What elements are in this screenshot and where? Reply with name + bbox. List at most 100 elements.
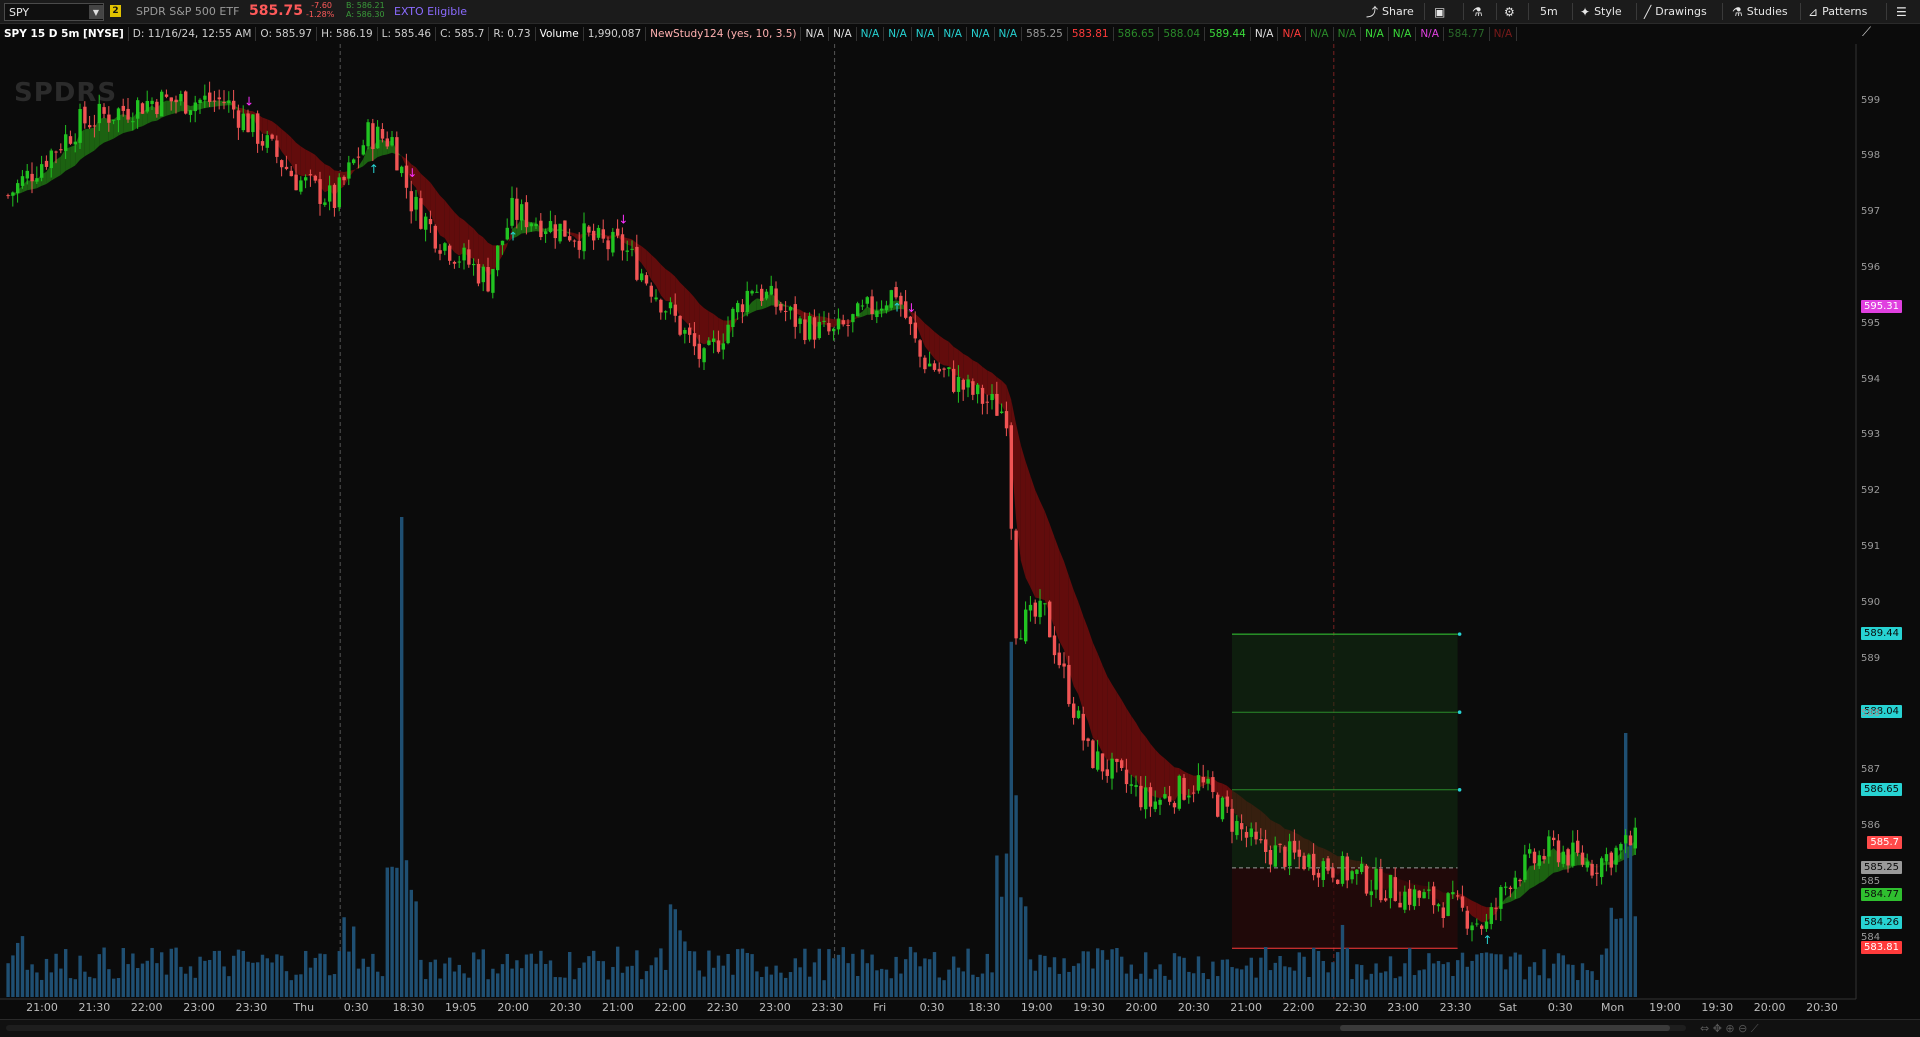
volume-bar [1129,964,1133,997]
price-label-badge: 585.7 [1867,835,1902,849]
security-description: SPDR S&P 500 ETF [136,5,240,18]
candle-body [1364,865,1369,894]
candle-body [400,166,404,174]
zoom-tools[interactable]: ⇔ ✥ ⊕ ⊖ ⟋ [1700,1022,1759,1036]
study-label[interactable]: NewStudy124 (yes, 10, 3.5) [646,27,802,41]
volume-bar [1523,979,1527,997]
style-button[interactable]: ✦ Style [1580,3,1622,20]
candle-body [971,381,975,395]
volume-bar [1254,977,1258,997]
trend-cloud-segment [1169,762,1175,802]
candle-body [937,368,941,372]
exto-eligible-label[interactable]: EXTO Eligible [394,5,467,18]
candle-body [1523,854,1527,880]
volume-bar [289,980,293,997]
candle-body [232,100,236,110]
candle-body [68,136,73,144]
candle-body [649,285,653,297]
volume-bar [198,956,202,997]
flask-button[interactable]: ⚗ [1472,3,1483,20]
study-value: 589.44 [1205,27,1251,41]
volume-bar [1220,959,1225,997]
volume-bar [16,942,20,997]
snapshot-button[interactable]: ▣ [1434,3,1445,20]
trend-cloud-segment [1059,549,1064,650]
volume-bar [1230,967,1234,997]
volume-bar [1139,973,1143,997]
volume-label[interactable]: Volume [536,27,584,41]
trend-cloud-segment [939,335,944,366]
chart-title[interactable]: SPY 15 D 5m [NYSE] [0,27,129,41]
volume-bar [827,949,831,997]
link-group-badge[interactable]: 2 [110,5,121,17]
time-tick: 23:00 [183,1001,215,1014]
candle-body [1278,843,1282,845]
studies-button[interactable]: ⚗ Studies [1732,3,1788,20]
volume-bar [212,950,217,997]
trend-cloud-segment [660,264,666,301]
volume-bar [1470,960,1474,997]
last-price: 585.75 [249,3,304,19]
price-chart[interactable]: ↓ ↓ ↓ ↓ ↑ ↑ ↑ ↑ [0,44,1920,1019]
volume-bar [1288,967,1292,997]
volume-bar [1532,962,1537,997]
volume-bar [1264,947,1268,997]
candle-body [673,304,677,316]
volume-bar [563,977,567,997]
volume-bar [25,969,29,997]
trend-cloud-segment [286,133,292,165]
scroll-thumb[interactable] [1340,1025,1670,1031]
time-tick: 23:30 [811,1001,844,1014]
volume-bar [59,968,63,997]
candle-body [1552,837,1556,841]
candle-body [241,113,245,131]
volume-bar [928,959,932,997]
candle-body [1230,808,1234,832]
volume-bar [1062,958,1066,997]
bar-range: R: 0.73 [489,27,536,41]
volume-bar [400,517,404,997]
candle-body [1422,892,1426,899]
candle-body [270,134,274,139]
volume-bar [1076,963,1081,997]
symbol-input[interactable]: SPY [5,6,89,19]
share-button[interactable]: ⤴ Share [1366,3,1414,20]
trend-cloud-segment [1001,380,1007,414]
volume-bar [251,962,255,997]
volume-bar [491,968,495,997]
candle-body [1033,602,1037,617]
candle-body [481,266,485,283]
volume-bar [587,956,591,997]
volume-bar [486,979,490,997]
volume-bar [515,960,519,997]
settings-button[interactable]: ⚙ [1504,3,1515,20]
volume-bar [308,967,313,997]
volume-bar [1345,947,1349,997]
style-label: Style [1594,5,1622,18]
candle-body [491,268,495,293]
volume-bar [347,951,351,997]
symbol-selector[interactable]: SPY ▼ [4,3,104,21]
drawing-tool-icon[interactable]: ⟋ [1862,25,1871,40]
candle-body [164,94,169,97]
study-value: N/A [1416,27,1444,41]
candle-body [1427,889,1431,891]
candle-body [918,340,922,357]
patterns-button[interactable]: ⊿ Patterns [1808,3,1867,20]
candle-body [1086,738,1090,742]
volume-bar [1206,979,1210,997]
chart-scrollbar[interactable]: ⇔ ✥ ⊕ ⊖ ⟋ [0,1019,1920,1037]
volume-bar [467,977,471,997]
candle-body [683,330,687,334]
candle-body [712,338,716,342]
candle-body [1345,856,1349,881]
chevron-down-icon[interactable]: ▼ [89,5,103,19]
trend-cloud-segment [1078,601,1084,711]
trend-cloud-segment [934,331,940,364]
trend-cloud-segment [1073,589,1079,695]
menu-button[interactable]: ☰ [1896,3,1907,20]
volume-bar [1619,918,1623,997]
aggregation-button[interactable]: 5m [1540,3,1558,20]
volume-bar [35,972,39,997]
drawings-button[interactable]: ╱ Drawings [1644,3,1707,20]
